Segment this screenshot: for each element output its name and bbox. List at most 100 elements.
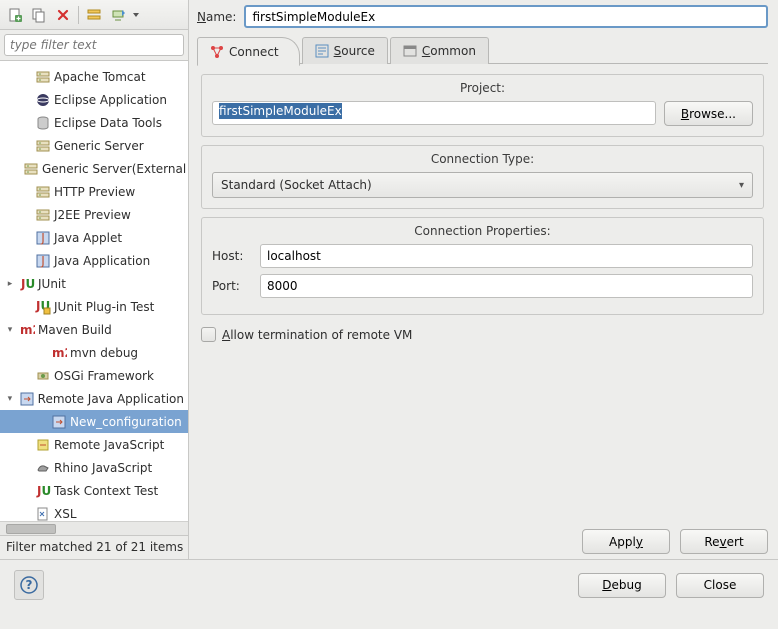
server-icon — [35, 184, 51, 200]
tree-item-label: Java Applet — [54, 231, 126, 245]
junit-icon: JU — [35, 483, 51, 499]
remote-icon — [19, 391, 35, 407]
tree-item[interactable]: JUJUnit Plug-in Test — [0, 295, 188, 318]
tree-item-label: Remote JavaScript — [54, 438, 168, 452]
m2-icon: m2 — [19, 322, 35, 338]
config-tree[interactable]: Apache Tomcat Eclipse Application Eclipse … — [0, 61, 188, 521]
junit-icon: JU — [19, 276, 35, 292]
connect-icon — [210, 45, 224, 59]
filter-status: Filter matched 21 of 21 items — [0, 535, 188, 559]
allow-termination-row[interactable]: Allow termination of remote VM — [201, 327, 764, 342]
source-icon — [315, 44, 329, 58]
toolbar-dropdown[interactable] — [131, 11, 141, 19]
m2-icon: m2 — [51, 345, 67, 361]
tab-content: Project: firstSimpleModuleEx Browse... C… — [197, 64, 768, 521]
tree-item-label: Generic Server(External Launch) — [42, 162, 188, 176]
tree-item[interactable]: JUTask Context Test — [0, 479, 188, 502]
connection-properties-title: Connection Properties: — [212, 224, 753, 238]
tree-item-label: Eclipse Application — [54, 93, 171, 107]
browse-button[interactable]: Browse... — [664, 101, 753, 126]
left-panel: Apache Tomcat Eclipse Application Eclipse … — [0, 0, 189, 559]
apply-button[interactable]: Apply — [582, 529, 670, 554]
expand-icon[interactable]: ▾ — [4, 393, 16, 405]
project-input[interactable]: firstSimpleModuleEx — [212, 101, 656, 125]
tree-item-label: mvn debug — [70, 346, 142, 360]
tree-item[interactable]: Rhino JavaScript — [0, 456, 188, 479]
allow-termination-label: Allow termination of remote VM — [222, 328, 412, 342]
tree-item[interactable]: ▾m2Maven Build — [0, 318, 188, 341]
filter-input[interactable] — [4, 34, 184, 56]
close-button[interactable]: Close — [676, 573, 764, 598]
name-input[interactable] — [244, 5, 768, 28]
svg-text:J: J — [40, 231, 45, 245]
tree-item-label: HTTP Preview — [54, 185, 139, 199]
tree-item[interactable]: Eclipse Application — [0, 88, 188, 111]
tree-item-label: Generic Server — [54, 139, 148, 153]
remote-icon — [51, 414, 67, 430]
expand-icon[interactable]: ▾ — [4, 324, 16, 336]
new-config-button[interactable] — [4, 4, 26, 26]
svg-text:m2: m2 — [20, 323, 35, 337]
connection-type-value: Standard (Socket Attach) — [221, 178, 372, 192]
port-input[interactable] — [260, 274, 753, 298]
bottom-bar: ? Debug Close — [0, 560, 778, 610]
tree-item-selected[interactable]: New_configuration — [0, 410, 188, 433]
tree-item[interactable]: HTTP Preview — [0, 180, 188, 203]
tree-item[interactable]: m2mvn debug — [0, 341, 188, 364]
connection-type-group: Connection Type: Standard (Socket Attach… — [201, 145, 764, 209]
server-icon — [23, 161, 39, 177]
tree-item[interactable]: OSGi Framework — [0, 364, 188, 387]
filter-button[interactable] — [107, 4, 129, 26]
host-label: Host: — [212, 249, 252, 263]
server-icon — [35, 207, 51, 223]
tab-connect[interactable]: Connect — [197, 37, 300, 66]
svg-text:JU: JU — [20, 277, 35, 291]
osgi-icon — [35, 368, 51, 384]
tabs: Connect Source Common — [197, 36, 768, 64]
allow-termination-checkbox[interactable] — [201, 327, 216, 342]
tree-item-label: Apache Tomcat — [54, 70, 150, 84]
delete-button[interactable] — [52, 4, 74, 26]
tree-item[interactable]: Apache Tomcat — [0, 65, 188, 88]
svg-text:J: J — [40, 254, 45, 268]
tab-connect-label: Connect — [229, 45, 279, 59]
connection-type-combo[interactable]: Standard (Socket Attach) ▾ — [212, 172, 753, 198]
host-input[interactable] — [260, 244, 753, 268]
tree-item-label: Remote Java Application — [38, 392, 188, 406]
tree-item[interactable]: ▸JUJUnit — [0, 272, 188, 295]
server-icon — [35, 138, 51, 154]
tab-common-label: Common — [422, 44, 476, 58]
expand-icon[interactable]: ▸ — [4, 278, 16, 290]
rhino-icon — [35, 460, 51, 476]
help-button[interactable]: ? — [14, 570, 44, 600]
connection-properties-group: Connection Properties: Host: Port: — [201, 217, 764, 315]
apply-revert-row: Apply Revert — [197, 521, 768, 554]
tree-item[interactable]: Generic Server — [0, 134, 188, 157]
svg-text:JU: JU — [36, 484, 51, 498]
tree-item[interactable]: XSL — [0, 502, 188, 521]
tree-item[interactable]: Eclipse Data Tools — [0, 111, 188, 134]
debug-button[interactable]: Debug — [578, 573, 666, 598]
applet-icon: J — [35, 230, 51, 246]
tree-scrollbar-horizontal[interactable] — [0, 521, 188, 535]
collapse-all-button[interactable] — [83, 4, 105, 26]
java-icon: J — [35, 253, 51, 269]
tree-item[interactable]: JJava Application — [0, 249, 188, 272]
junit-plug-icon: JU — [35, 299, 51, 315]
duplicate-button[interactable] — [28, 4, 50, 26]
revert-button[interactable]: Revert — [680, 529, 768, 554]
tree-item-label: New_configuration — [70, 415, 186, 429]
config-toolbar — [0, 0, 188, 30]
tab-source[interactable]: Source — [302, 37, 388, 64]
tree-item[interactable]: Generic Server(External Launch) — [0, 157, 188, 180]
tree-item-label: Rhino JavaScript — [54, 461, 156, 475]
right-panel: Name: Connect Source — [189, 0, 778, 559]
project-group: Project: firstSimpleModuleEx Browse... — [201, 74, 764, 137]
db-icon — [35, 115, 51, 131]
tab-common[interactable]: Common — [390, 37, 489, 64]
tree-item[interactable]: Remote JavaScript — [0, 433, 188, 456]
tree-item[interactable]: ▾ Remote Java Application — [0, 387, 188, 410]
tree-item[interactable]: J2EE Preview — [0, 203, 188, 226]
tab-source-label: Source — [334, 44, 375, 58]
tree-item[interactable]: J Java Applet — [0, 226, 188, 249]
